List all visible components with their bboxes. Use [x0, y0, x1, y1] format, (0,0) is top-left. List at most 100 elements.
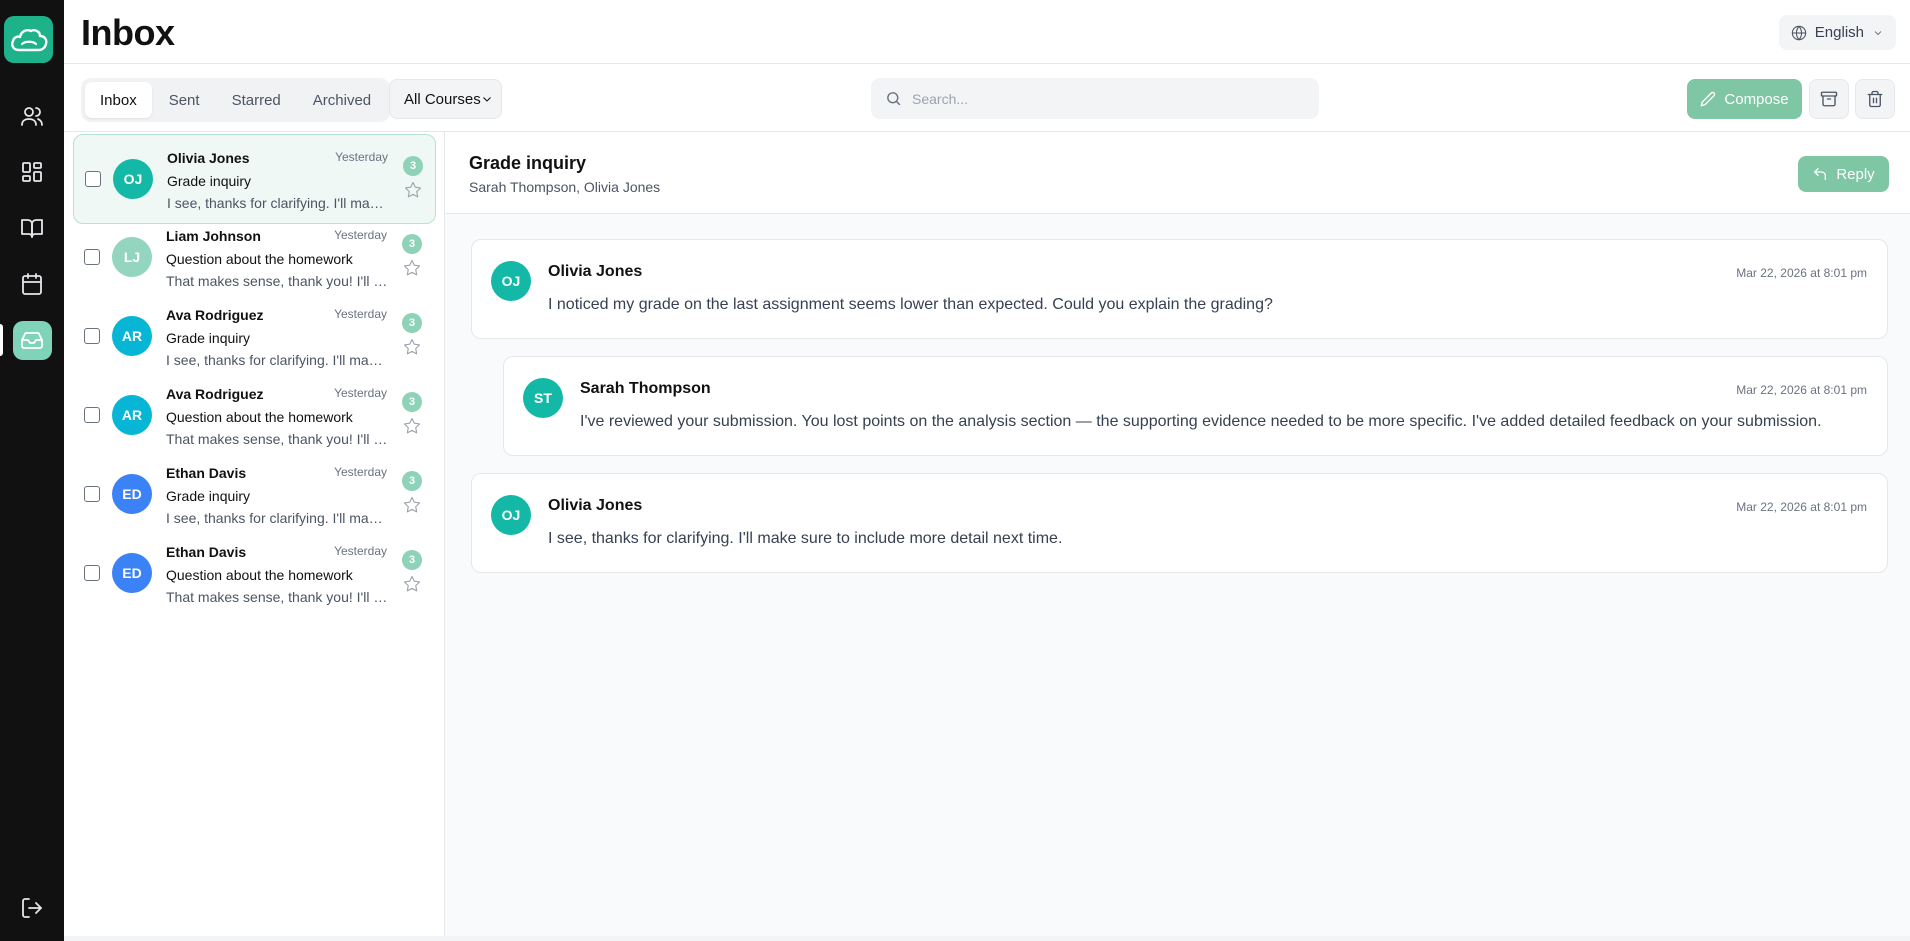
thread-subject: Question about the homework	[166, 567, 353, 583]
avatar-initials: ED	[122, 565, 142, 581]
thread-subject: Question about the homework	[166, 409, 353, 425]
message-card: ST Sarah Thompson Mar 22, 2026 at 8:01 p…	[503, 356, 1888, 456]
message-sender: Olivia Jones	[548, 497, 643, 514]
thread-subject: Question about the homework	[166, 251, 353, 267]
sidebar-item-users[interactable]	[0, 94, 64, 138]
thread-sender: Liam Johnson	[166, 228, 261, 244]
star-button[interactable]	[403, 259, 421, 277]
star-button[interactable]	[403, 575, 421, 593]
globe-icon	[1791, 25, 1806, 40]
logout-icon	[22, 898, 42, 918]
logout-button[interactable]	[0, 886, 64, 930]
language-selector[interactable]: English	[1778, 15, 1896, 50]
avatar: LJ	[112, 237, 152, 277]
language-label: English	[1814, 24, 1864, 41]
tab-sent[interactable]: Sent	[154, 82, 215, 118]
avatar-initials: AR	[121, 328, 143, 344]
detail-participants: Sarah Thompson, Olivia Jones	[469, 179, 661, 195]
avatar-initials: AR	[121, 407, 143, 423]
thread-time: Yesterday	[334, 386, 387, 400]
thread-time: Yesterday	[335, 150, 388, 164]
sidebar-item-courses[interactable]	[0, 206, 64, 250]
star-button[interactable]	[403, 417, 421, 435]
message-count-badge: 3	[403, 156, 423, 176]
sidebar-item-dashboard[interactable]	[0, 150, 64, 194]
delete-button[interactable]	[1855, 79, 1895, 119]
page-title: Inbox	[81, 12, 175, 53]
message-detail: Grade inquiry Sarah Thompson, Olivia Jon…	[445, 132, 1910, 936]
message-count-badge: 3	[402, 234, 422, 254]
page-header: Inbox English	[64, 0, 1910, 64]
star-button[interactable]	[403, 338, 421, 356]
thread-sender: Ethan Davis	[166, 544, 247, 560]
avatar-initials: ST	[534, 390, 552, 406]
thread-time: Yesterday	[334, 465, 387, 479]
app-logo[interactable]	[4, 16, 53, 63]
message-body: I've reviewed your submission. You lost …	[580, 413, 1822, 430]
search-input[interactable]	[912, 90, 1292, 107]
thread-subject: Grade inquiry	[166, 488, 251, 504]
thread-list: OJ Olivia Jones Yesterday Grade inquiry …	[64, 132, 445, 936]
thread-sender: Olivia Jones	[167, 150, 250, 166]
search-box	[871, 78, 1319, 119]
course-filter-select[interactable]: All Courses	[389, 79, 502, 119]
thread-sender: Ava Rodriguez	[166, 386, 264, 402]
message-time: Mar 22, 2026 at 8:01 pm	[1736, 383, 1867, 397]
archive-button[interactable]	[1809, 79, 1849, 119]
thread-checkbox[interactable]	[85, 171, 101, 187]
cloud-logo-icon	[10, 28, 47, 51]
star-icon	[403, 259, 421, 276]
reply-icon	[1814, 168, 1827, 180]
thread-checkbox[interactable]	[84, 328, 100, 344]
thread-row[interactable]: OJ Olivia Jones Yesterday Grade inquiry …	[73, 134, 436, 224]
dashboard-icon	[22, 162, 42, 182]
star-icon	[403, 338, 421, 355]
reply-label: Reply	[1836, 165, 1875, 183]
thread-time: Yesterday	[334, 228, 387, 242]
sidebar-item-inbox[interactable]	[0, 318, 64, 362]
reply-button[interactable]: Reply	[1798, 156, 1889, 192]
avatar-initials: OJ	[123, 171, 143, 187]
tab-starred[interactable]: Starred	[217, 82, 296, 118]
message-sender: Olivia Jones	[548, 263, 643, 280]
star-icon	[403, 496, 421, 513]
avatar-initials: OJ	[501, 273, 521, 289]
users-icon	[21, 107, 43, 126]
avatar: OJ	[113, 159, 153, 199]
compose-button[interactable]: Compose	[1687, 79, 1802, 119]
course-filter-value: All Courses	[404, 90, 481, 108]
message-count-badge: 3	[402, 471, 422, 491]
thread-checkbox[interactable]	[84, 407, 100, 423]
thread-checkbox[interactable]	[84, 249, 100, 265]
chevron-down-icon	[1874, 30, 1882, 35]
star-button[interactable]	[403, 496, 421, 514]
thread-checkbox[interactable]	[84, 486, 100, 502]
toolbar: Inbox Sent Starred Archived All Courses …	[64, 64, 1910, 132]
star-icon	[403, 417, 421, 434]
thread-row[interactable]: LJ Liam Johnson Yesterday Question about…	[73, 213, 436, 303]
avatar: ED	[112, 553, 152, 593]
thread-sender: Ethan Davis	[166, 465, 247, 481]
avatar: ST	[523, 378, 563, 418]
thread-preview: That makes sense, thank you! I'll try th…	[166, 431, 388, 447]
message-time: Mar 22, 2026 at 8:01 pm	[1736, 266, 1867, 280]
thread-time: Yesterday	[334, 307, 387, 321]
tab-inbox[interactable]: Inbox	[85, 82, 152, 118]
star-button[interactable]	[404, 181, 422, 199]
message-time: Mar 22, 2026 at 8:01 pm	[1736, 500, 1867, 514]
thread-row[interactable]: ED Ethan Davis Yesterday Question about …	[73, 529, 436, 619]
thread-subject: Grade inquiry	[167, 173, 252, 189]
thread-row[interactable]: AR Ava Rodriguez Yesterday Question abou…	[73, 371, 436, 461]
detail-subject: Grade inquiry	[469, 153, 587, 173]
thread-preview: I see, thanks for clarifying. I'll make …	[167, 195, 389, 211]
mailbox-tabs: Inbox Sent Starred Archived	[81, 78, 391, 122]
thread-checkbox[interactable]	[84, 565, 100, 581]
sidebar-item-calendar[interactable]	[0, 262, 64, 306]
archive-icon	[1820, 91, 1838, 107]
thread-row[interactable]: ED Ethan Davis Yesterday Grade inquiry I…	[73, 450, 436, 540]
active-indicator	[0, 324, 3, 356]
thread-row[interactable]: AR Ava Rodriguez Yesterday Grade inquiry…	[73, 292, 436, 382]
thread-preview: That makes sense, thank you! I'll try th…	[166, 273, 388, 289]
tab-archived[interactable]: Archived	[298, 82, 386, 118]
trash-icon	[1867, 90, 1883, 108]
